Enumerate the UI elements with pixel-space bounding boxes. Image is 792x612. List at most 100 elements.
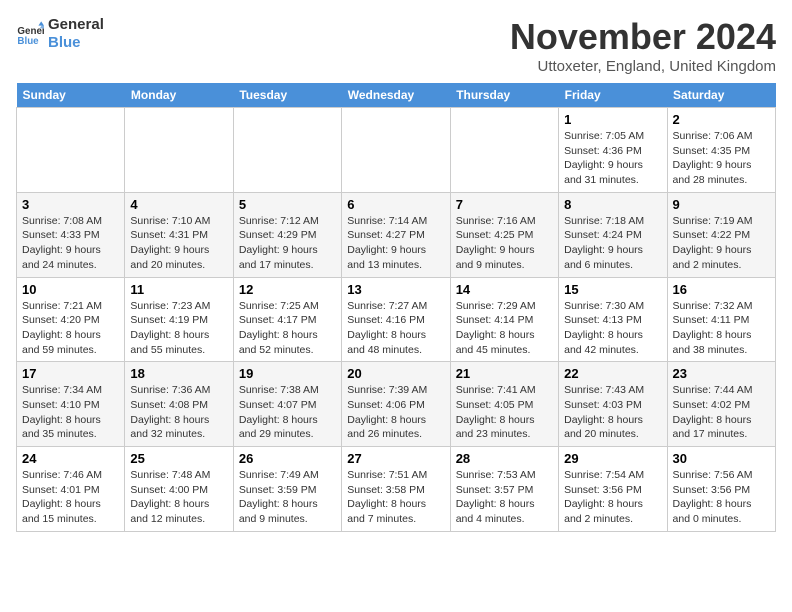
weekday-header-tuesday: Tuesday	[233, 83, 341, 108]
week-row-5: 24 Sunrise: 7:46 AM Sunset: 4:01 PM Dayli…	[17, 447, 776, 532]
calendar-cell: 8 Sunrise: 7:18 AM Sunset: 4:24 PM Daylig…	[559, 192, 667, 277]
logo: General Blue General Blue	[16, 16, 104, 52]
title-area: November 2024 Uttoxeter, England, United…	[510, 16, 776, 75]
day-info: Sunrise: 7:18 AM Sunset: 4:24 PM Dayligh…	[564, 214, 661, 273]
day-number: 23	[673, 366, 770, 381]
day-number: 8	[564, 197, 661, 212]
day-info: Sunrise: 7:46 AM Sunset: 4:01 PM Dayligh…	[22, 468, 119, 527]
day-info: Sunrise: 7:44 AM Sunset: 4:02 PM Dayligh…	[673, 383, 770, 442]
day-info: Sunrise: 7:14 AM Sunset: 4:27 PM Dayligh…	[347, 214, 444, 273]
calendar-cell: 18 Sunrise: 7:36 AM Sunset: 4:08 PM Dayli…	[125, 362, 233, 447]
day-info: Sunrise: 7:06 AM Sunset: 4:35 PM Dayligh…	[673, 129, 770, 188]
day-number: 9	[673, 197, 770, 212]
day-number: 26	[239, 451, 336, 466]
calendar-cell: 26 Sunrise: 7:49 AM Sunset: 3:59 PM Dayli…	[233, 447, 341, 532]
calendar-cell: 25Sunrise: 7:48 AM Sunset: 4:00 PM Dayli…	[125, 447, 233, 532]
day-number: 14	[456, 282, 553, 297]
weekday-header-saturday: Saturday	[667, 83, 775, 108]
day-info: Sunrise: 7:51 AM Sunset: 3:58 PM Dayligh…	[347, 468, 444, 527]
weekday-header-sunday: Sunday	[17, 83, 125, 108]
day-info: Sunrise: 7:56 AM Sunset: 3:56 PM Dayligh…	[673, 468, 770, 527]
day-number: 28	[456, 451, 553, 466]
calendar-cell: 17Sunrise: 7:34 AM Sunset: 4:10 PM Dayli…	[17, 362, 125, 447]
calendar-cell	[450, 108, 558, 193]
day-number: 1	[564, 112, 661, 127]
calendar-cell: 15 Sunrise: 7:30 AM Sunset: 4:13 PM Dayli…	[559, 277, 667, 362]
day-info: Sunrise: 7:49 AM Sunset: 3:59 PM Dayligh…	[239, 468, 336, 527]
calendar-cell: 27 Sunrise: 7:51 AM Sunset: 3:58 PM Dayli…	[342, 447, 450, 532]
calendar-cell: 6 Sunrise: 7:14 AM Sunset: 4:27 PM Daylig…	[342, 192, 450, 277]
location-title: Uttoxeter, England, United Kingdom	[510, 58, 776, 75]
week-row-1: 1 Sunrise: 7:05 AM Sunset: 4:36 PM Daylig…	[17, 108, 776, 193]
day-info: Sunrise: 7:41 AM Sunset: 4:05 PM Dayligh…	[456, 383, 553, 442]
day-info: Sunrise: 7:27 AM Sunset: 4:16 PM Dayligh…	[347, 299, 444, 358]
calendar-cell: 16 Sunrise: 7:32 AM Sunset: 4:11 PM Dayli…	[667, 277, 775, 362]
weekday-header-monday: Monday	[125, 83, 233, 108]
calendar-cell: 3Sunrise: 7:08 AM Sunset: 4:33 PM Daylig…	[17, 192, 125, 277]
day-number: 11	[130, 282, 227, 297]
day-info: Sunrise: 7:05 AM Sunset: 4:36 PM Dayligh…	[564, 129, 661, 188]
calendar-cell: 20 Sunrise: 7:39 AM Sunset: 4:06 PM Dayli…	[342, 362, 450, 447]
calendar-cell: 2 Sunrise: 7:06 AM Sunset: 4:35 PM Daylig…	[667, 108, 775, 193]
day-number: 30	[673, 451, 770, 466]
day-info: Sunrise: 7:36 AM Sunset: 4:08 PM Dayligh…	[130, 383, 227, 442]
day-number: 3	[22, 197, 119, 212]
day-info: Sunrise: 7:53 AM Sunset: 3:57 PM Dayligh…	[456, 468, 553, 527]
day-number: 20	[347, 366, 444, 381]
day-number: 5	[239, 197, 336, 212]
day-info: Sunrise: 7:16 AM Sunset: 4:25 PM Dayligh…	[456, 214, 553, 273]
day-number: 22	[564, 366, 661, 381]
logo-icon: General Blue	[16, 20, 44, 48]
day-info: Sunrise: 7:30 AM Sunset: 4:13 PM Dayligh…	[564, 299, 661, 358]
day-number: 25	[130, 451, 227, 466]
calendar-cell: 12Sunrise: 7:25 AM Sunset: 4:17 PM Dayli…	[233, 277, 341, 362]
calendar-cell: 21 Sunrise: 7:41 AM Sunset: 4:05 PM Dayli…	[450, 362, 558, 447]
week-row-2: 3Sunrise: 7:08 AM Sunset: 4:33 PM Daylig…	[17, 192, 776, 277]
calendar-cell: 28 Sunrise: 7:53 AM Sunset: 3:57 PM Dayli…	[450, 447, 558, 532]
calendar-cell: 24 Sunrise: 7:46 AM Sunset: 4:01 PM Dayli…	[17, 447, 125, 532]
day-info: Sunrise: 7:38 AM Sunset: 4:07 PM Dayligh…	[239, 383, 336, 442]
day-info: Sunrise: 7:43 AM Sunset: 4:03 PM Dayligh…	[564, 383, 661, 442]
day-info: Sunrise: 7:29 AM Sunset: 4:14 PM Dayligh…	[456, 299, 553, 358]
week-row-4: 17Sunrise: 7:34 AM Sunset: 4:10 PM Dayli…	[17, 362, 776, 447]
calendar-cell: 13 Sunrise: 7:27 AM Sunset: 4:16 PM Dayli…	[342, 277, 450, 362]
calendar-cell: 19Sunrise: 7:38 AM Sunset: 4:07 PM Dayli…	[233, 362, 341, 447]
calendar-cell: 10 Sunrise: 7:21 AM Sunset: 4:20 PM Dayli…	[17, 277, 125, 362]
day-number: 18	[130, 366, 227, 381]
weekday-header-wednesday: Wednesday	[342, 83, 450, 108]
svg-text:Blue: Blue	[17, 36, 39, 47]
weekday-header-thursday: Thursday	[450, 83, 558, 108]
day-number: 27	[347, 451, 444, 466]
calendar-cell: 30 Sunrise: 7:56 AM Sunset: 3:56 PM Dayli…	[667, 447, 775, 532]
calendar-cell: 9 Sunrise: 7:19 AM Sunset: 4:22 PM Daylig…	[667, 192, 775, 277]
calendar-cell	[342, 108, 450, 193]
logo-general: General	[48, 16, 104, 34]
calendar-cell: 23 Sunrise: 7:44 AM Sunset: 4:02 PM Dayli…	[667, 362, 775, 447]
day-info: Sunrise: 7:39 AM Sunset: 4:06 PM Dayligh…	[347, 383, 444, 442]
day-number: 15	[564, 282, 661, 297]
day-info: Sunrise: 7:54 AM Sunset: 3:56 PM Dayligh…	[564, 468, 661, 527]
calendar-cell	[125, 108, 233, 193]
logo-blue: Blue	[48, 34, 104, 52]
weekday-header-friday: Friday	[559, 83, 667, 108]
calendar-cell: 22 Sunrise: 7:43 AM Sunset: 4:03 PM Dayli…	[559, 362, 667, 447]
day-info: Sunrise: 7:12 AM Sunset: 4:29 PM Dayligh…	[239, 214, 336, 273]
weekday-header-row: SundayMondayTuesdayWednesdayThursdayFrid…	[17, 83, 776, 108]
day-number: 10	[22, 282, 119, 297]
day-number: 6	[347, 197, 444, 212]
day-number: 13	[347, 282, 444, 297]
day-info: Sunrise: 7:10 AM Sunset: 4:31 PM Dayligh…	[130, 214, 227, 273]
calendar-cell: 29Sunrise: 7:54 AM Sunset: 3:56 PM Dayli…	[559, 447, 667, 532]
day-number: 2	[673, 112, 770, 127]
day-info: Sunrise: 7:32 AM Sunset: 4:11 PM Dayligh…	[673, 299, 770, 358]
month-title: November 2024	[510, 16, 776, 58]
day-info: Sunrise: 7:25 AM Sunset: 4:17 PM Dayligh…	[239, 299, 336, 358]
day-number: 24	[22, 451, 119, 466]
day-number: 21	[456, 366, 553, 381]
calendar-cell: 5 Sunrise: 7:12 AM Sunset: 4:29 PM Daylig…	[233, 192, 341, 277]
day-info: Sunrise: 7:19 AM Sunset: 4:22 PM Dayligh…	[673, 214, 770, 273]
calendar-cell: 11Sunrise: 7:23 AM Sunset: 4:19 PM Dayli…	[125, 277, 233, 362]
day-info: Sunrise: 7:21 AM Sunset: 4:20 PM Dayligh…	[22, 299, 119, 358]
day-number: 16	[673, 282, 770, 297]
calendar-cell: 4Sunrise: 7:10 AM Sunset: 4:31 PM Daylig…	[125, 192, 233, 277]
